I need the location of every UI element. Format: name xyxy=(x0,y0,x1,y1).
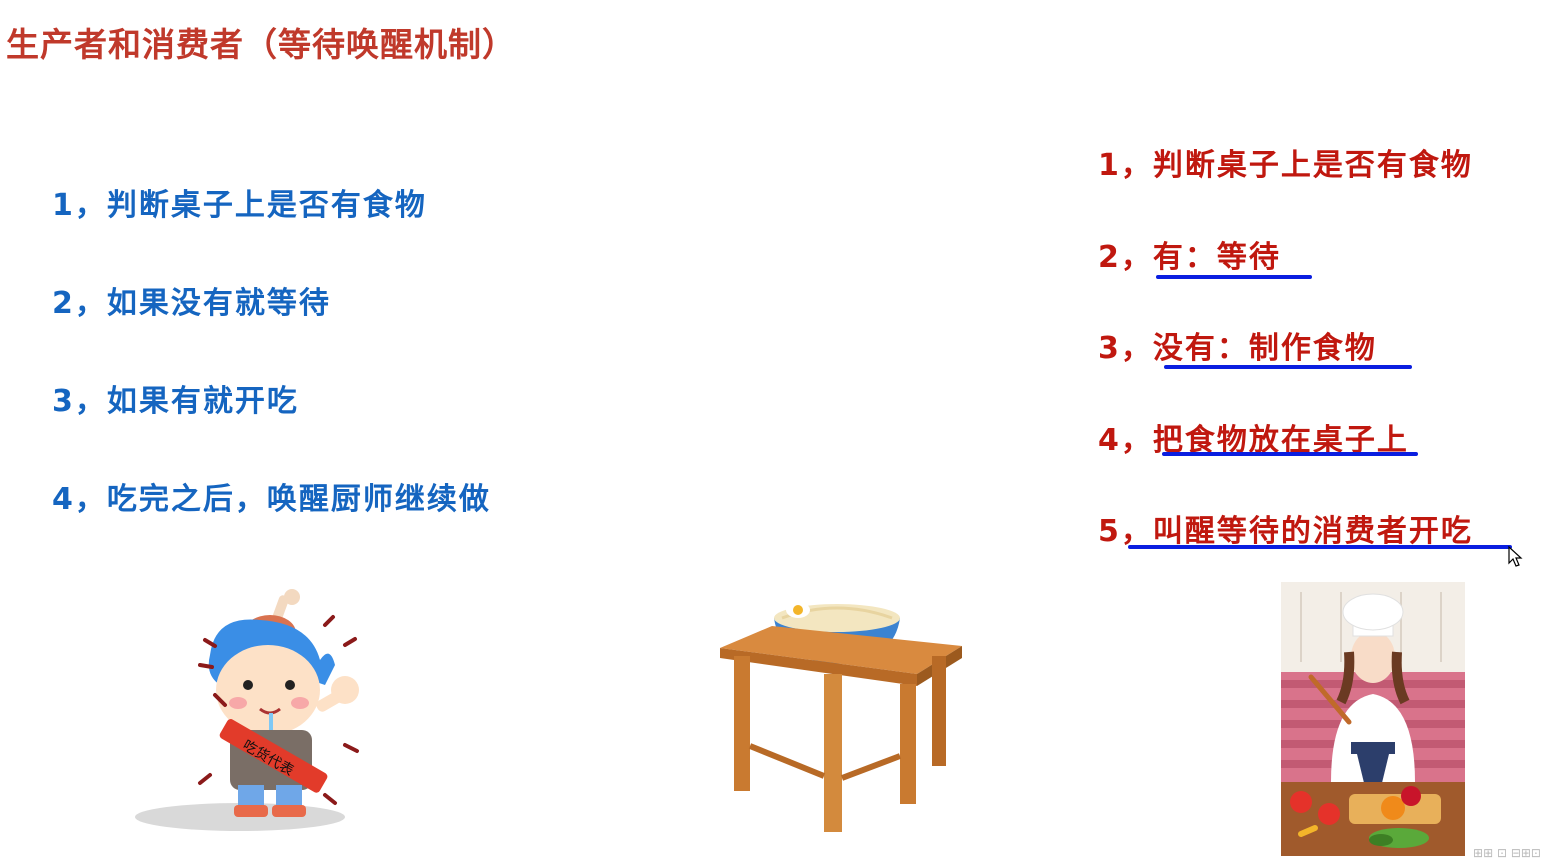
chef-illustration-icon xyxy=(1281,582,1465,856)
consumer-cartoon-icon: 吃货代表 xyxy=(135,589,359,831)
slide-title: 生产者和消费者（等待唤醒机制） xyxy=(6,25,516,64)
underline-step-4 xyxy=(1162,452,1418,456)
underline-step-3 xyxy=(1164,365,1412,369)
underline-step-2 xyxy=(1156,275,1312,279)
producer-step-2: 2，有：等待 xyxy=(1098,240,1281,275)
watermark: ⊞⊞ ⊡ ⊟⊞⊡ xyxy=(1473,846,1541,860)
producer-step-5: 5，叫醒等待的消费者开吃 xyxy=(1098,514,1473,549)
mouse-cursor-icon xyxy=(1508,546,1523,567)
producer-step-3: 3，没有：制作食物 xyxy=(1098,331,1377,366)
consumer-step-2: 2，如果没有就等待 xyxy=(52,286,331,321)
table-with-noodles-icon xyxy=(720,602,962,832)
underline-step-5 xyxy=(1128,545,1512,549)
producer-step-1: 1，判断桌子上是否有食物 xyxy=(1098,148,1473,183)
consumer-step-3: 3，如果有就开吃 xyxy=(52,384,299,419)
consumer-step-4: 4，吃完之后，唤醒厨师继续做 xyxy=(52,482,491,517)
consumer-step-1: 1，判断桌子上是否有食物 xyxy=(52,188,427,223)
